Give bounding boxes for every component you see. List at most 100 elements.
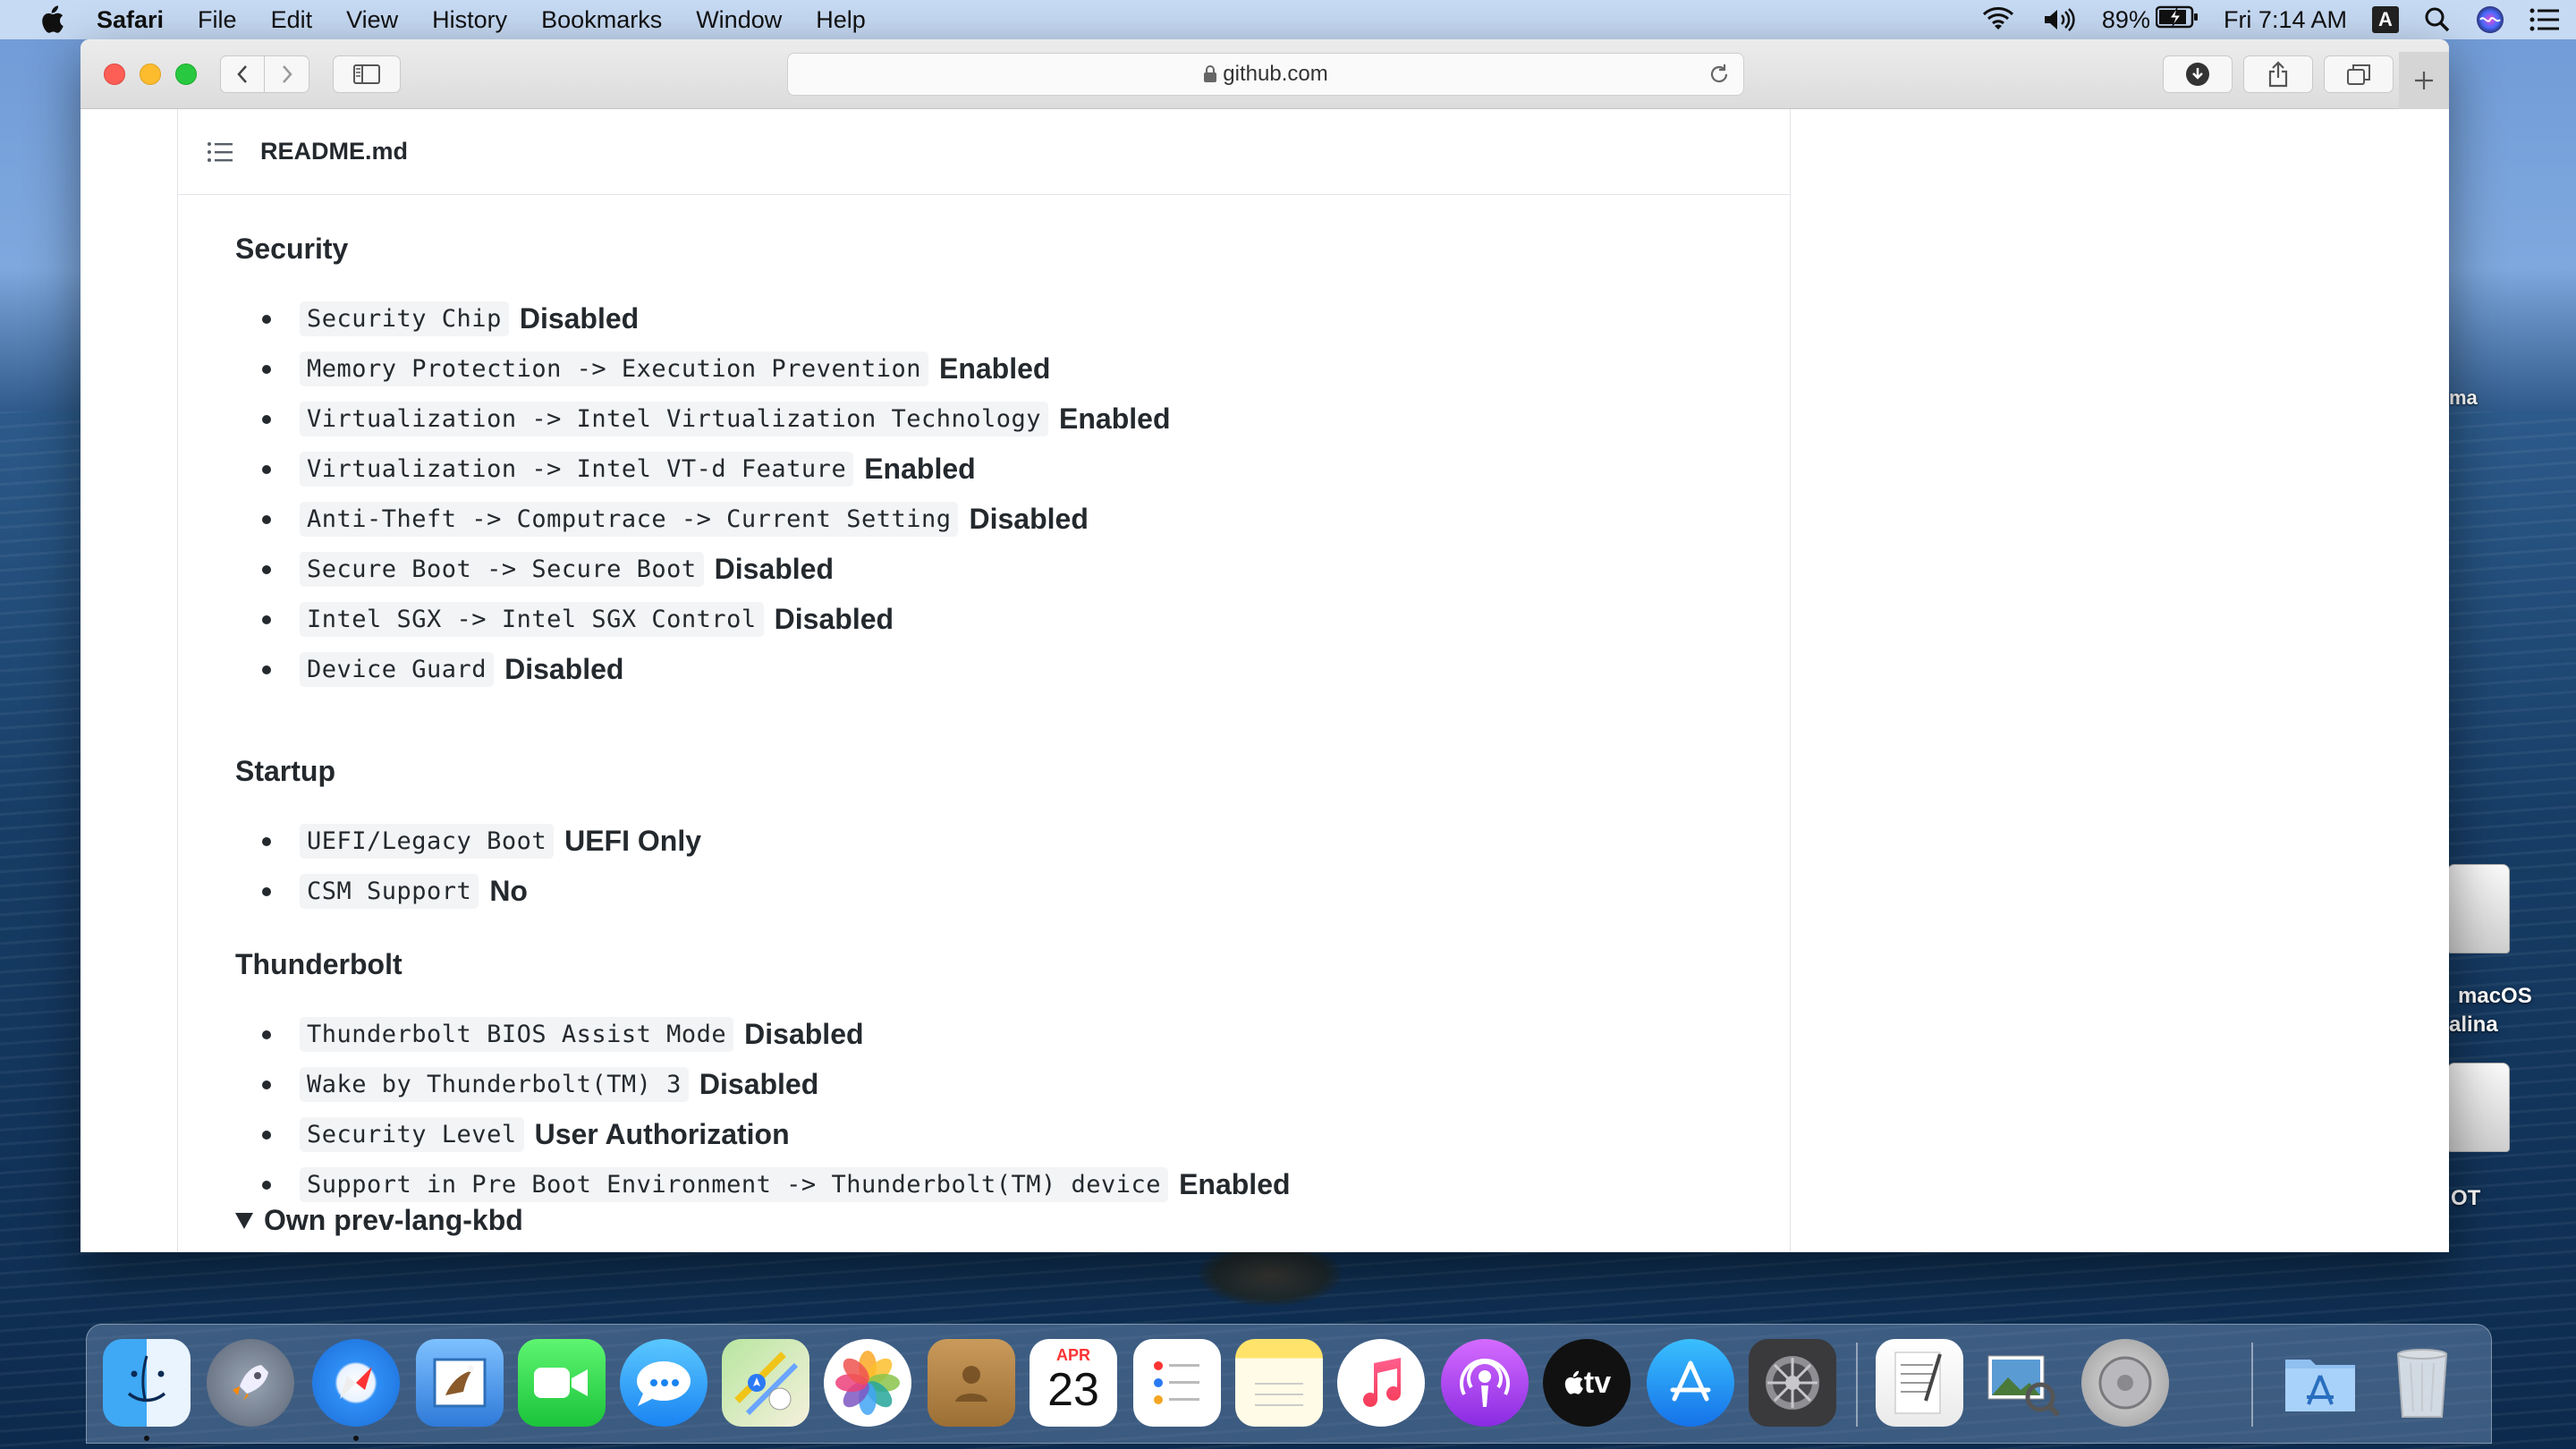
setting-value: Disabled (969, 502, 1089, 535)
details-summary-toggle[interactable]: Own prev-lang-kbd (235, 1204, 523, 1237)
menu-view[interactable]: View (346, 6, 398, 34)
security-list: Security Chip Disabled Memory Protection … (235, 293, 1170, 694)
menu-help[interactable]: Help (816, 6, 866, 34)
launchpad-icon[interactable] (207, 1339, 294, 1427)
spotlight-search-icon[interactable] (2424, 6, 2451, 33)
minimize-window-button[interactable] (140, 64, 161, 85)
plus-icon (2415, 72, 2433, 89)
textedit-icon[interactable] (1876, 1339, 1963, 1427)
applications-folder-icon[interactable] (2276, 1339, 2364, 1427)
forward-button[interactable] (265, 56, 309, 92)
list-item: Support in Pre Boot Environment -> Thund… (235, 1159, 1291, 1209)
list-item: CSM Support No (235, 866, 701, 916)
readme-container: README.md Security Security Chip Disabled… (177, 109, 1791, 1252)
list-item: Security Level User Authorization (235, 1109, 1291, 1159)
photos-icon[interactable] (824, 1339, 911, 1427)
new-tab-button[interactable] (2399, 52, 2449, 109)
notes-icon[interactable] (1235, 1339, 1323, 1427)
menu-app-safari[interactable]: Safari (97, 6, 164, 34)
apple-menu-icon[interactable] (34, 5, 70, 34)
preview-icon[interactable] (1978, 1339, 2065, 1427)
clock[interactable]: Fri 7:14 AM (2224, 6, 2347, 34)
chevron-left-icon (237, 65, 247, 83)
disk-utility-icon[interactable] (2081, 1339, 2169, 1427)
dock-separator (1856, 1343, 1858, 1427)
desktop-label-boot: OT (2451, 1186, 2481, 1210)
maps-icon[interactable] (722, 1339, 809, 1427)
list-item: Memory Protection -> Execution Preventio… (235, 343, 1170, 394)
setting-code: Secure Boot -> Secure Boot (300, 551, 704, 587)
desktop-label-macos: macOS (2458, 984, 2532, 1008)
setting-code: Memory Protection -> Execution Preventio… (300, 351, 928, 386)
menu-file[interactable]: File (198, 6, 237, 34)
list-item: Intel SGX -> Intel SGX Control Disabled (235, 594, 1170, 644)
setting-code: Support in Pre Boot Environment -> Thund… (300, 1166, 1169, 1202)
system-preferences-icon[interactable] (1749, 1339, 1836, 1427)
list-item: Anti-Theft -> Computrace -> Current Sett… (235, 494, 1170, 544)
reload-icon[interactable] (1707, 63, 1731, 92)
list-item: Device Guard Disabled (235, 644, 1170, 694)
setting-code: Wake by Thunderbolt(TM) 3 (300, 1066, 689, 1102)
setting-value: Enabled (1059, 402, 1171, 435)
address-bar[interactable]: github.com (787, 53, 1744, 96)
list-item: Secure Boot -> Secure Boot Disabled (235, 544, 1170, 594)
section-heading-security: Security (235, 233, 349, 265)
facetime-icon[interactable] (518, 1339, 606, 1427)
podcasts-icon[interactable] (1441, 1339, 1529, 1427)
trash-icon[interactable] (2378, 1339, 2466, 1427)
zoom-window-button[interactable] (175, 64, 197, 85)
share-button[interactable] (2243, 55, 2313, 93)
share-icon (2268, 61, 2288, 88)
disclosure-triangle-icon (235, 1212, 253, 1229)
calendar-icon[interactable]: APR 23 (1030, 1339, 1117, 1427)
setting-code: Virtualization -> Intel VT-d Feature (300, 451, 854, 487)
menu-bookmarks[interactable]: Bookmarks (541, 6, 662, 34)
setting-value: Disabled (744, 1017, 864, 1050)
siri-icon[interactable] (2476, 5, 2504, 34)
startup-list: UEFI/Legacy Boot UEFI Only CSM Support No (235, 816, 701, 916)
desktop-label-catalina: alina (2449, 1013, 2498, 1037)
setting-code: Virtualization -> Intel Virtualization T… (300, 401, 1049, 436)
setting-value: Disabled (714, 552, 835, 585)
readme-filename: README.md (260, 138, 409, 165)
setting-value: Disabled (699, 1067, 819, 1100)
sidebar-toggle-button[interactable] (333, 55, 401, 93)
notification-center-icon[interactable] (2529, 7, 2560, 32)
table-of-contents-icon[interactable] (207, 141, 233, 163)
menu-window[interactable]: Window (696, 6, 782, 34)
setting-code: Device Guard (300, 651, 495, 687)
macos-drive-icon[interactable] (2447, 864, 2510, 953)
list-item: Security Chip Disabled (235, 293, 1170, 343)
menu-bar: Safari File Edit View History Bookmarks … (0, 0, 2576, 39)
apple-tv-icon[interactable]: tv (1543, 1339, 1631, 1427)
list-item: UEFI/Legacy Boot UEFI Only (235, 816, 701, 866)
boot-drive-icon[interactable] (2447, 1063, 2510, 1152)
finder-icon[interactable] (103, 1339, 191, 1427)
tab-overview-button[interactable] (2324, 55, 2394, 93)
close-window-button[interactable] (104, 64, 125, 85)
setting-code: UEFI/Legacy Boot (300, 823, 555, 859)
desktop-label-fragment: ma (2449, 386, 2478, 409)
mail-icon[interactable] (416, 1339, 504, 1427)
wifi-icon[interactable] (1980, 6, 2016, 33)
volume-icon[interactable] (2041, 6, 2077, 33)
messages-icon[interactable] (620, 1339, 708, 1427)
setting-value: Disabled (504, 652, 624, 685)
apple-tv-label: tv (1583, 1365, 1612, 1400)
battery-status[interactable]: 89% (2102, 5, 2199, 35)
back-button[interactable] (221, 56, 266, 92)
music-icon[interactable] (1337, 1339, 1425, 1427)
app-store-icon[interactable] (1647, 1339, 1734, 1427)
reminders-icon[interactable] (1133, 1339, 1221, 1427)
dock: APR 23 tv (86, 1324, 2492, 1444)
contacts-icon[interactable] (928, 1339, 1015, 1427)
safari-icon[interactable] (312, 1339, 400, 1427)
menu-history[interactable]: History (432, 6, 507, 34)
setting-value: No (489, 874, 528, 907)
menu-edit[interactable]: Edit (271, 6, 313, 34)
input-source-indicator[interactable]: A (2372, 6, 2399, 33)
calendar-month: APR (1055, 1346, 1090, 1364)
url-text: github.com (1223, 62, 1328, 86)
downloads-button[interactable] (2163, 55, 2233, 93)
lock-icon (1203, 65, 1217, 83)
